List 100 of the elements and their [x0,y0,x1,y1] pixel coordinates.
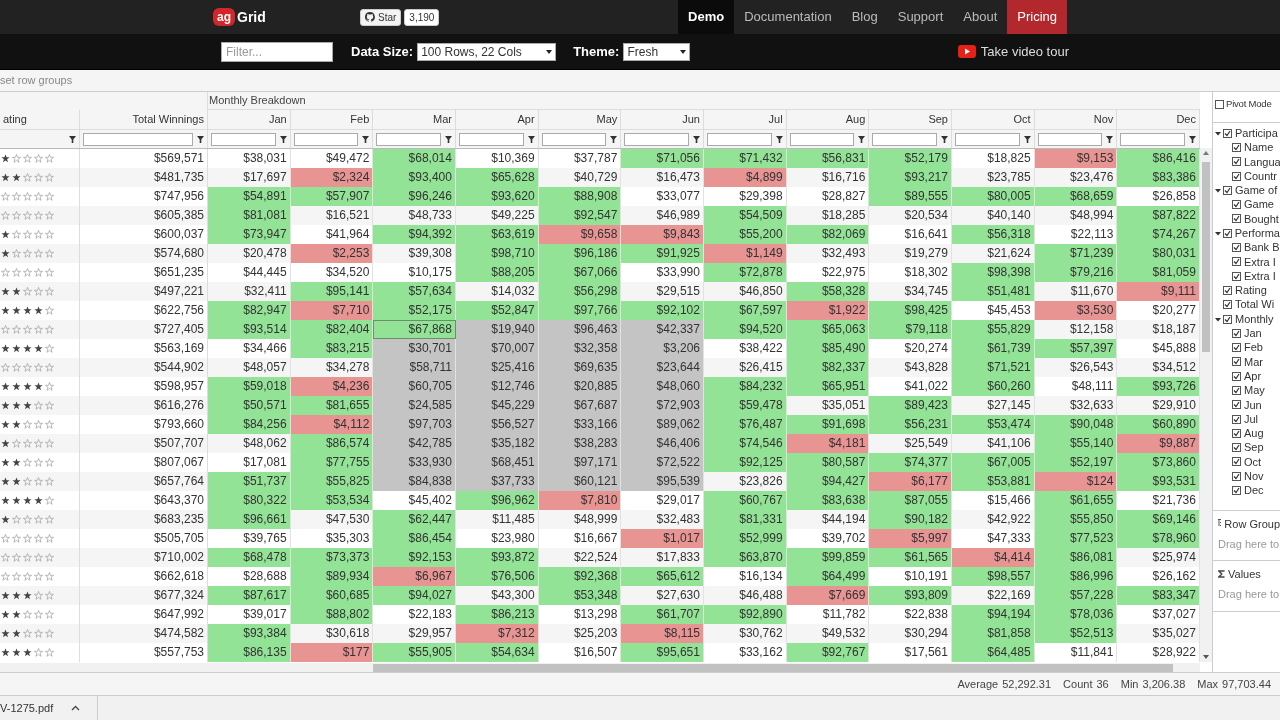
nav-link[interactable]: Support [887,0,954,34]
table-cell[interactable]: $65,612 [621,567,704,586]
table-cell[interactable]: $92,890 [704,605,787,624]
table-cell[interactable]: $5,997 [869,529,952,548]
column-list-item[interactable]: Oct [1244,453,1262,471]
column-filter-field[interactable] [376,132,441,146]
table-cell[interactable]: $83,386 [1117,168,1200,187]
table-cell[interactable]: $92,102 [621,301,704,320]
table-cell[interactable]: $46,989 [621,206,704,225]
column-list-item[interactable]: Game of [1235,182,1278,199]
table-cell[interactable]: $86,135 [208,643,291,662]
table-cell[interactable]: $93,400 [373,168,456,187]
table-cell[interactable]: $9,658 [538,225,622,244]
column-filter-field[interactable] [624,132,689,146]
filter-icon[interactable] [362,135,370,143]
table-cell[interactable]: $67,597 [704,301,787,320]
table-cell[interactable]: $17,697 [208,168,291,187]
table-cell[interactable]: $56,831 [786,149,870,168]
table-cell[interactable]: $79,118 [869,320,952,339]
column-header[interactable]: Nov [1034,110,1118,130]
table-cell[interactable]: $80,005 [952,187,1035,206]
table-cell[interactable]: $32,633 [1034,396,1118,415]
expanded-caret-icon[interactable] [1215,130,1221,136]
table-cell[interactable]: $7,710 [290,301,374,320]
table-cell[interactable]: $1,017 [621,529,704,548]
scrollbar-thumb[interactable] [373,664,1173,672]
column-filter-field[interactable] [541,132,607,146]
column-header[interactable]: May [538,110,622,130]
table-cell[interactable]: $60,260 [952,377,1035,396]
checkbox[interactable] [1232,443,1241,453]
checkbox[interactable] [1232,486,1241,496]
table-cell[interactable]: $26,543 [1034,358,1118,377]
column-filter-field[interactable] [1120,132,1185,146]
table-cell[interactable]: $95,141 [290,282,374,301]
table-cell[interactable]: $20,534 [869,206,952,225]
table-cell[interactable]: $2,324 [290,168,374,187]
table-cell[interactable]: $25,416 [456,358,539,377]
table-cell[interactable]: $46,488 [704,586,787,605]
filter-icon[interactable] [1106,135,1114,143]
table-cell[interactable]: $29,515 [621,282,704,301]
table-cell[interactable]: $96,962 [456,491,539,510]
table-cell[interactable]: $76,506 [456,567,539,586]
table-cell[interactable]: $16,473 [621,168,704,187]
table-cell[interactable]: $71,239 [1034,244,1118,263]
table-cell[interactable]: $80,587 [786,453,870,472]
table-cell[interactable]: $42,337 [621,320,704,339]
table-cell[interactable]: $25,974 [1117,548,1200,567]
table-cell[interactable]: $80,031 [1117,244,1200,263]
table-cell[interactable]: $18,285 [786,206,870,225]
table-cell[interactable]: $63,619 [456,225,539,244]
column-header[interactable]: Oct [952,110,1035,130]
table-cell[interactable]: $87,617 [208,586,291,605]
filter-icon[interactable] [775,135,783,143]
scroll-down-icon[interactable] [1203,655,1209,659]
table-cell[interactable]: $22,169 [952,586,1035,605]
table-cell[interactable]: $177 [290,643,374,662]
table-cell[interactable]: $98,710 [456,244,539,263]
table-cell[interactable]: $4,414 [952,548,1035,567]
column-list-item[interactable]: Bank B [1244,239,1280,256]
nav-link[interactable]: About [953,0,1008,34]
column-list-item[interactable]: Performa [1234,225,1280,242]
table-cell[interactable]: $61,565 [869,548,952,567]
column-header[interactable]: Total Winnings [80,110,208,130]
table-cell[interactable]: $82,947 [208,301,291,320]
table-cell[interactable]: $90,182 [869,510,952,529]
table-cell[interactable]: $92,125 [704,453,787,472]
table-cell[interactable]: $94,194 [952,605,1035,624]
table-cell[interactable]: $88,908 [538,187,622,206]
table-cell[interactable]: $93,620 [456,187,539,206]
table-cell[interactable]: $39,308 [373,244,456,263]
table-cell[interactable]: $83,638 [786,491,870,510]
table-cell[interactable]: $34,512 [1117,358,1200,377]
table-cell[interactable]: $6,967 [373,567,456,586]
table-cell[interactable]: $45,229 [456,396,539,415]
table-cell[interactable]: $9,111 [1117,282,1200,301]
checkbox[interactable] [1232,328,1241,338]
table-cell[interactable]: $54,509 [704,206,787,225]
table-cell[interactable]: $34,745 [869,282,952,301]
table-cell[interactable]: $44,194 [786,510,870,529]
table-cell[interactable]: $54,634 [456,643,539,662]
table-cell[interactable]: $29,910 [1117,396,1200,415]
table-cell[interactable]: $52,999 [704,529,787,548]
table-cell[interactable]: $4,236 [290,377,374,396]
table-cell[interactable]: $20,885 [538,377,622,396]
column-header[interactable]: Jun [621,110,704,130]
table-cell[interactable]: $19,279 [869,244,952,263]
table-cell[interactable]: $81,331 [704,510,787,529]
checkbox[interactable] [1223,300,1232,310]
nav-link[interactable]: Demo [678,0,735,34]
table-cell[interactable]: $41,106 [952,434,1035,453]
table-cell[interactable]: $9,843 [621,225,704,244]
table-cell[interactable]: $94,392 [373,225,456,244]
table-cell[interactable]: $26,415 [704,358,787,377]
filter-icon[interactable] [1023,135,1031,143]
table-cell[interactable]: $93,726 [1117,377,1200,396]
table-cell[interactable]: $86,213 [456,605,539,624]
table-cell[interactable]: $97,171 [538,453,622,472]
checkbox[interactable] [1232,243,1241,252]
table-cell[interactable]: $84,256 [208,415,291,434]
table-cell[interactable]: $46,850 [704,282,787,301]
